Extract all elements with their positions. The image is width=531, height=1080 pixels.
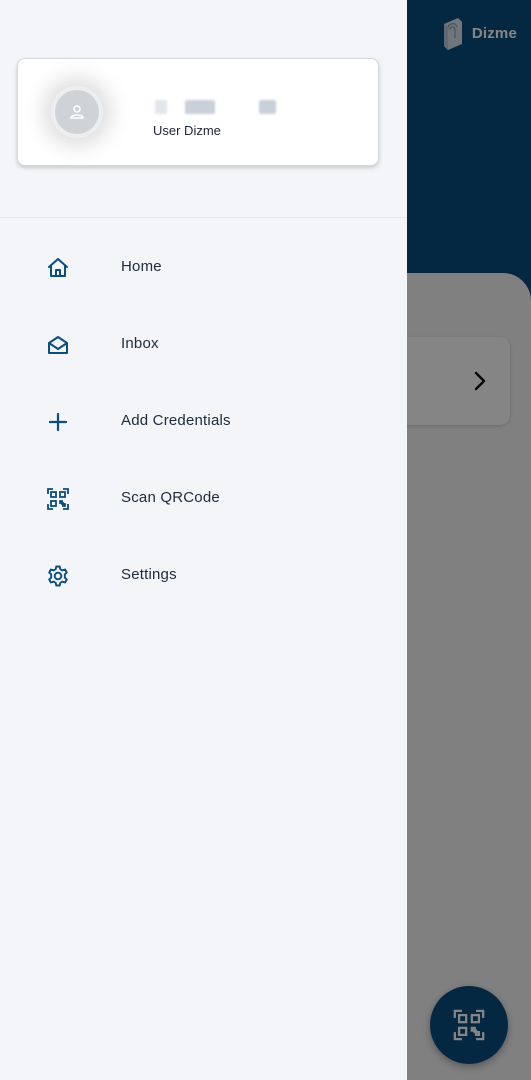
redacted-text: [185, 100, 215, 114]
home-icon: [45, 255, 71, 281]
menu-item-label: Settings: [121, 566, 177, 583]
navigation-drawer: User Dizme Home Inbox Add Credentials Sc…: [0, 0, 407, 1080]
menu-item-home[interactable]: Home: [0, 229, 407, 306]
user-profile-card[interactable]: User Dizme: [17, 58, 379, 166]
drawer-menu: Home Inbox Add Credentials Scan QRCode S…: [0, 229, 407, 614]
plus-icon: [45, 409, 71, 435]
menu-item-scan-qrcode[interactable]: Scan QRCode: [0, 460, 407, 537]
redacted-text: [259, 100, 276, 114]
user-name: User Dizme: [153, 123, 221, 138]
envelope-icon: [45, 332, 71, 358]
avatar: [55, 90, 99, 134]
gear-icon: [45, 563, 71, 589]
menu-item-add-credentials[interactable]: Add Credentials: [0, 383, 407, 460]
qr-code-icon: [45, 486, 71, 512]
redacted-text: [155, 100, 167, 114]
menu-item-settings[interactable]: Settings: [0, 537, 407, 614]
drawer-divider: [0, 217, 407, 218]
menu-item-inbox[interactable]: Inbox: [0, 306, 407, 383]
menu-item-label: Home: [121, 258, 162, 275]
menu-item-label: Scan QRCode: [121, 489, 220, 506]
menu-item-label: Inbox: [121, 335, 159, 352]
menu-item-label: Add Credentials: [121, 412, 231, 429]
person-icon: [70, 105, 84, 119]
